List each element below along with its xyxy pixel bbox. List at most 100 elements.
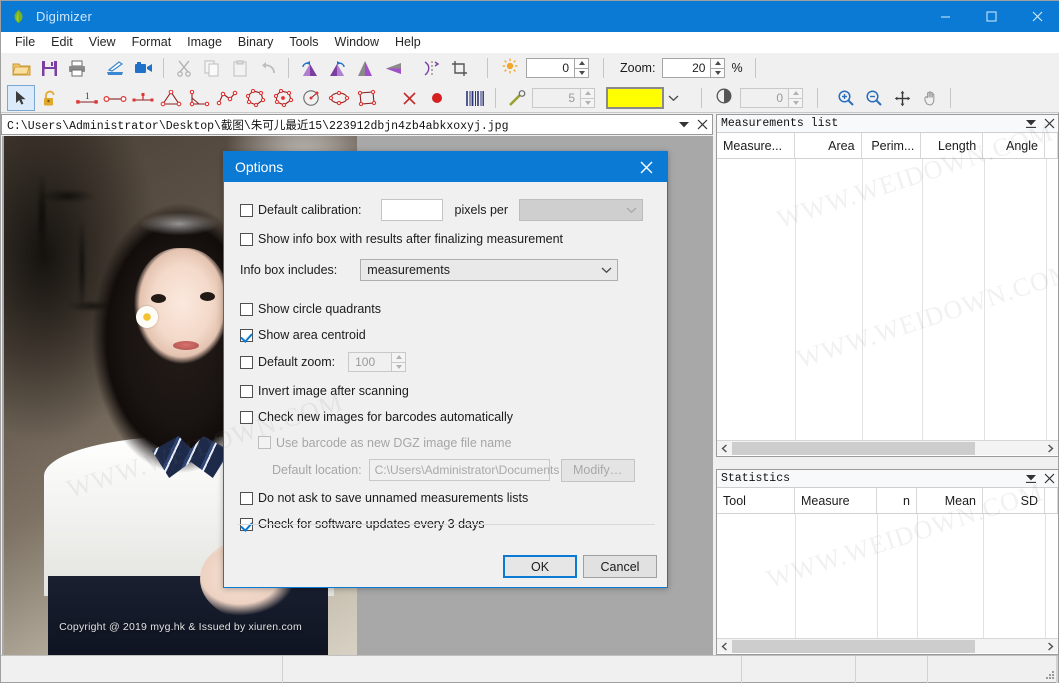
cut-icon[interactable] — [170, 55, 198, 81]
default-zoom-stepper[interactable] — [348, 352, 407, 372]
pan-icon[interactable] — [888, 85, 916, 111]
column-header-perimeter[interactable]: Perim... — [862, 133, 922, 158]
hand-icon[interactable] — [916, 85, 944, 111]
statistics-grid[interactable] — [717, 514, 1058, 653]
brightness-down-button[interactable] — [574, 68, 589, 78]
chevron-down-icon[interactable] — [664, 94, 682, 102]
menu-binary[interactable]: Binary — [230, 33, 281, 52]
column-header-measure[interactable]: Measure... — [717, 133, 795, 158]
zoom-down-button[interactable] — [710, 68, 726, 78]
chevron-right-icon[interactable] — [1043, 441, 1058, 456]
menu-tools[interactable]: Tools — [281, 33, 326, 52]
pen-width-up-button[interactable] — [580, 88, 595, 99]
column-header-extra[interactable] — [1045, 488, 1058, 513]
chevron-left-icon[interactable] — [717, 441, 732, 456]
column-header-mean[interactable]: Mean — [917, 488, 983, 513]
close-icon[interactable] — [1014, 1, 1059, 32]
copy-icon[interactable] — [198, 55, 226, 81]
brightness-up-button[interactable] — [574, 58, 589, 69]
zoom-out-icon[interactable] — [860, 85, 888, 111]
paste-icon[interactable] — [226, 55, 254, 81]
close-icon[interactable] — [1040, 115, 1058, 133]
color-picker[interactable] — [605, 86, 683, 110]
minimize-icon[interactable] — [922, 1, 968, 32]
rotate-left-icon[interactable] — [295, 55, 323, 81]
menu-window[interactable]: Window — [327, 33, 387, 52]
rotate-right-icon[interactable] — [323, 55, 351, 81]
column-header-angle[interactable]: Angle — [983, 133, 1045, 158]
calibration-unit-select[interactable] — [519, 199, 644, 221]
default-zoom-down-button[interactable] — [391, 362, 407, 372]
scanner-icon[interactable] — [101, 55, 129, 81]
color-swatch[interactable] — [606, 87, 664, 109]
close-icon[interactable] — [625, 152, 667, 182]
file-tab[interactable]: C:\Users\Administrator\Desktop\截图\朱可儿最近1… — [1, 114, 713, 135]
crop-icon[interactable] — [445, 55, 473, 81]
freehand-area-icon[interactable] — [269, 85, 297, 111]
chevron-left-icon[interactable] — [717, 639, 732, 654]
menu-format[interactable]: Format — [124, 33, 180, 52]
close-icon[interactable] — [693, 119, 712, 130]
contrast-up-button[interactable] — [788, 88, 803, 99]
menu-view[interactable]: View — [81, 33, 124, 52]
circle-icon[interactable] — [297, 85, 325, 111]
flip-vertical-icon[interactable] — [379, 55, 407, 81]
statistics-scroll-track[interactable] — [732, 639, 1043, 653]
distance-icon[interactable] — [101, 85, 129, 111]
contrast-stepper[interactable] — [740, 88, 803, 108]
menu-edit[interactable]: Edit — [43, 33, 81, 52]
column-header-tool[interactable]: Tool — [717, 488, 795, 513]
panel-menu-icon[interactable] — [1022, 470, 1040, 488]
contrast-down-button[interactable] — [788, 98, 803, 108]
angle-3point-icon[interactable] — [185, 85, 213, 111]
default-zoom-input[interactable] — [348, 352, 392, 372]
calibrate-icon[interactable]: 1 — [73, 85, 101, 111]
statistics-horizontal-scrollbar[interactable] — [717, 638, 1058, 653]
measurements-scroll-thumb[interactable] — [732, 441, 975, 455]
polygon-icon[interactable] — [241, 85, 269, 111]
column-header-sd[interactable]: SD — [983, 488, 1045, 513]
chevron-right-icon[interactable] — [1043, 639, 1058, 654]
pen-width-input[interactable] — [532, 88, 580, 108]
barcode-icon[interactable] — [461, 85, 489, 111]
default-zoom-up-button[interactable] — [391, 352, 407, 363]
angle-icon[interactable] — [157, 85, 185, 111]
mirror-icon[interactable] — [417, 55, 445, 81]
column-header-length[interactable]: Length — [921, 133, 984, 158]
flip-horizontal-icon[interactable] — [351, 55, 379, 81]
pen-width-down-button[interactable] — [580, 98, 595, 108]
panel-menu-icon[interactable] — [1022, 115, 1040, 133]
default-calibration-input[interactable] — [380, 199, 443, 221]
resize-grip[interactable] — [1044, 668, 1056, 680]
camera-icon[interactable] — [129, 55, 157, 81]
column-header-extra[interactable] — [1045, 133, 1058, 158]
measurements-horizontal-scrollbar[interactable] — [717, 440, 1058, 455]
zoom-up-button[interactable] — [710, 58, 726, 69]
show-info-box-checkbox[interactable] — [240, 232, 253, 246]
statistics-scroll-thumb[interactable] — [732, 639, 975, 653]
zoom-in-icon[interactable] — [832, 85, 860, 111]
ok-button[interactable]: OK — [503, 555, 577, 578]
contrast-input[interactable] — [740, 88, 788, 108]
column-header-measure[interactable]: Measure — [795, 488, 877, 513]
arrow-select-icon[interactable] — [7, 85, 35, 111]
brightness-input[interactable] — [526, 58, 574, 78]
chevron-down-icon[interactable] — [674, 120, 693, 129]
show-area-centroid-checkbox[interactable] — [240, 328, 253, 342]
column-header-area[interactable]: Area — [795, 133, 862, 158]
delete-icon[interactable] — [395, 85, 423, 111]
save-icon[interactable] — [35, 55, 63, 81]
open-folder-icon[interactable] — [7, 55, 35, 81]
zoom-stepper[interactable] — [662, 58, 726, 78]
measurements-scroll-track[interactable] — [732, 441, 1043, 455]
invert-image-checkbox[interactable] — [240, 384, 253, 398]
lock-icon[interactable] — [35, 85, 63, 111]
menu-help[interactable]: Help — [387, 33, 429, 52]
close-icon[interactable] — [1040, 470, 1058, 488]
check-barcodes-checkbox[interactable] — [240, 410, 253, 424]
perpendicular-distance-icon[interactable] — [129, 85, 157, 111]
polyline-icon[interactable] — [213, 85, 241, 111]
maximize-icon[interactable] — [968, 1, 1014, 32]
do-not-ask-save-checkbox[interactable] — [240, 491, 253, 505]
pen-width-stepper[interactable] — [532, 88, 595, 108]
